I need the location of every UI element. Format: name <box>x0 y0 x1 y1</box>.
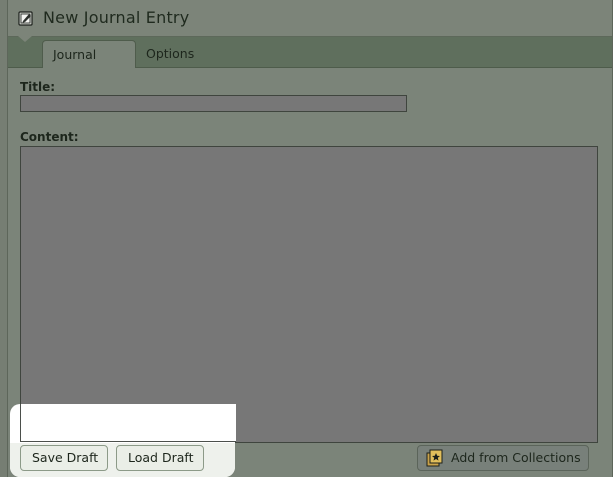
tab-options[interactable]: Options <box>136 40 206 67</box>
title-bar: New Journal Entry <box>8 0 612 42</box>
add-from-collections-button[interactable]: Add from Collections <box>417 445 589 471</box>
collections-icon <box>426 449 444 467</box>
title-input[interactable] <box>20 95 407 112</box>
journal-icon <box>18 10 34 26</box>
journal-window: New Journal Entry Journal Text Options T… <box>7 0 613 477</box>
screen: New Journal Entry Journal Text Options T… <box>0 0 613 477</box>
add-from-collections-label: Add from Collections <box>451 450 581 465</box>
title-label: Title: <box>20 80 56 94</box>
save-draft-button[interactable]: Save Draft <box>20 445 108 471</box>
journal-form: Title: Content: Save Draft Load Draft Ad… <box>8 68 612 477</box>
title-notch <box>18 36 32 42</box>
window-title: New Journal Entry <box>43 8 190 27</box>
tab-strip: Journal Text Options <box>8 37 612 89</box>
content-textarea[interactable] <box>20 146 598 443</box>
load-draft-button[interactable]: Load Draft <box>116 445 204 471</box>
content-label: Content: <box>20 130 79 144</box>
content-textarea-highlighted-edge <box>20 404 236 442</box>
tab-journal-text[interactable]: Journal Text <box>42 40 136 89</box>
